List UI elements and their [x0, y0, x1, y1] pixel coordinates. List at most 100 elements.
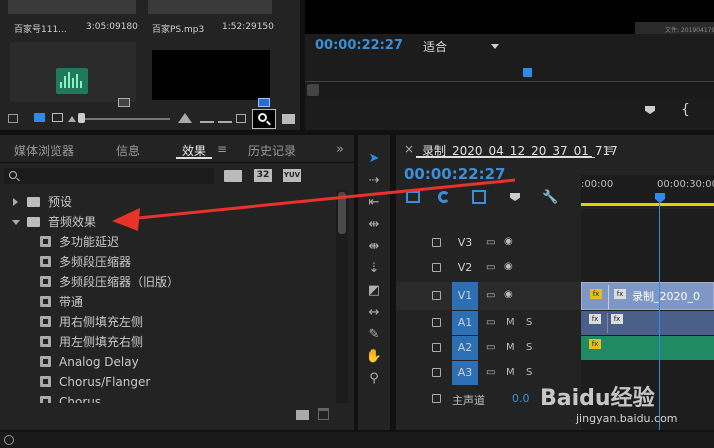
track-target-v3[interactable]: V3	[452, 231, 478, 255]
automate-icon[interactable]	[218, 114, 232, 123]
zoom-out-icon[interactable]	[68, 116, 76, 122]
solo-button[interactable]: S	[526, 367, 532, 378]
tab-media-browser[interactable]: 媒体浏览器	[14, 142, 74, 159]
zoom-in-icon[interactable]	[178, 113, 192, 123]
effects-search-input[interactable]	[4, 168, 214, 184]
tab-menu-icon[interactable]: ≡	[217, 142, 227, 156]
tree-item-audio-effects[interactable]: 音频效果	[0, 212, 332, 232]
lock-icon[interactable]	[432, 238, 441, 247]
slip-tool-icon[interactable]: ◩	[364, 283, 384, 299]
film-icon[interactable]: ▭	[486, 342, 495, 353]
zoom-tool-icon[interactable]: ⚲	[364, 371, 384, 387]
effects-scrollbar[interactable]	[336, 190, 348, 403]
monitor-playhead[interactable]	[523, 68, 532, 77]
lock-icon[interactable]	[8, 114, 18, 123]
lock-icon[interactable]	[432, 394, 441, 403]
search-icon[interactable]	[252, 109, 276, 129]
icon-view-icon[interactable]	[52, 113, 63, 122]
close-icon[interactable]: ×	[404, 142, 414, 156]
mute-button[interactable]: M	[506, 317, 515, 328]
clip-thumbnail[interactable]	[10, 42, 136, 107]
rolling-edit-tool-icon[interactable]: ⇹	[364, 217, 384, 233]
eye-icon[interactable]: ◉	[504, 236, 513, 247]
in-out-icon[interactable]: {	[681, 102, 690, 118]
tree-item-presets[interactable]: 预设	[0, 192, 332, 212]
film-icon[interactable]: ▭	[486, 317, 495, 328]
razor-tool-icon[interactable]: ⇣	[364, 261, 384, 277]
yuv-effects-button[interactable]: YUV	[283, 169, 301, 182]
film-icon[interactable]: ▭	[486, 237, 495, 248]
scrollbar-thumb[interactable]	[338, 192, 346, 234]
new-bin-icon[interactable]	[296, 410, 309, 420]
track-target-a2[interactable]: A2	[452, 336, 478, 360]
solo-button[interactable]: S	[526, 317, 532, 328]
clip-thumbnail[interactable]	[148, 0, 272, 14]
mute-button[interactable]: M	[506, 367, 515, 378]
lock-icon[interactable]	[432, 291, 441, 300]
tab-history[interactable]: 历史记录	[248, 142, 296, 159]
track-select-tool-icon[interactable]: ⇢	[364, 173, 384, 189]
rate-stretch-tool-icon[interactable]: ⇼	[364, 239, 384, 255]
more-tabs-icon[interactable]: »	[336, 142, 344, 157]
track-target-v1[interactable]: V1	[452, 282, 478, 310]
monitor-ruler[interactable]	[305, 70, 714, 82]
film-icon[interactable]: ▭	[486, 262, 495, 273]
snap-icon[interactable]	[438, 191, 450, 203]
sort-icon[interactable]	[200, 114, 214, 123]
zoom-slider-handle[interactable]	[78, 113, 85, 123]
zoom-slider[interactable]	[80, 118, 170, 120]
track-target-a1[interactable]: A1	[452, 311, 478, 335]
new-bin-icon[interactable]	[236, 114, 246, 123]
creative-cloud-icon[interactable]	[4, 435, 14, 445]
32bit-effects-button[interactable]: 32	[254, 169, 272, 182]
monitor-timecode[interactable]: 00:00:22:27	[315, 38, 403, 53]
tree-item-effect[interactable]: 带通	[0, 292, 332, 312]
tree-item-effect[interactable]: 多功能延迟	[0, 232, 332, 252]
tree-item-effect[interactable]: 用左侧填充右侧	[0, 332, 332, 352]
list-view-icon[interactable]	[34, 113, 45, 122]
lock-icon[interactable]	[432, 368, 441, 377]
tree-item-effect[interactable]: Analog Delay	[0, 352, 332, 372]
playhead-line[interactable]	[659, 201, 660, 430]
fit-dropdown[interactable]: 适合	[417, 38, 501, 56]
tree-item-effect[interactable]: 多频段压缩器（旧版）	[0, 272, 332, 292]
timeline-timecode[interactable]: 00:00:22:27	[404, 165, 506, 183]
linked-selection-icon[interactable]	[472, 190, 486, 204]
tree-item-effect[interactable]: Chorus	[0, 392, 332, 403]
tree-item-effect[interactable]: 多频段压缩器	[0, 252, 332, 272]
marker-icon[interactable]	[645, 106, 655, 114]
tree-item-effect[interactable]: 用右侧填充左侧	[0, 312, 332, 332]
chevron-down-icon[interactable]	[12, 220, 20, 225]
audio-clip-a1[interactable]: fx fx	[581, 311, 714, 335]
mute-button[interactable]: M	[506, 342, 515, 353]
track-target-v2[interactable]: V2	[452, 256, 478, 280]
track-target-a3[interactable]: A3	[452, 361, 478, 385]
solo-button[interactable]: S	[526, 342, 532, 353]
clip-thumbnail[interactable]	[152, 50, 270, 100]
marker-icon[interactable]	[510, 193, 520, 201]
audio-clip-a2[interactable]: fx	[581, 336, 714, 360]
hand-tool-icon[interactable]: ✋	[364, 349, 384, 365]
lock-icon[interactable]	[432, 343, 441, 352]
lock-icon[interactable]	[432, 263, 441, 272]
pen-tool-icon[interactable]: ✎	[364, 327, 384, 343]
film-icon[interactable]: ▭	[486, 367, 495, 378]
nest-icon[interactable]	[406, 191, 420, 203]
wrench-icon[interactable]: 🔧	[542, 190, 558, 205]
work-area-bar[interactable]	[581, 203, 714, 206]
slide-tool-icon[interactable]: ↔	[364, 305, 384, 321]
tab-menu-icon[interactable]: ≡	[604, 142, 614, 156]
time-ruler[interactable]: :00:00 00:00:30:00	[581, 175, 714, 206]
tab-info[interactable]: 信息	[116, 142, 140, 159]
video-clip[interactable]: fx fx 录制_2020_0	[581, 282, 714, 310]
eye-icon[interactable]: ◉	[504, 261, 513, 272]
monitor-zoom-bar[interactable]	[305, 82, 714, 98]
eye-icon[interactable]: ◉	[504, 289, 513, 300]
ripple-edit-tool-icon[interactable]: ⇤	[364, 195, 384, 211]
film-icon[interactable]: ▭	[486, 290, 495, 301]
tree-item-effect[interactable]: Chorus/Flanger	[0, 372, 332, 392]
master-volume[interactable]: 0.0	[512, 392, 530, 405]
lock-icon[interactable]	[432, 318, 441, 327]
accelerated-effects-icon[interactable]	[224, 170, 242, 182]
clip-thumbnail[interactable]	[8, 0, 136, 14]
